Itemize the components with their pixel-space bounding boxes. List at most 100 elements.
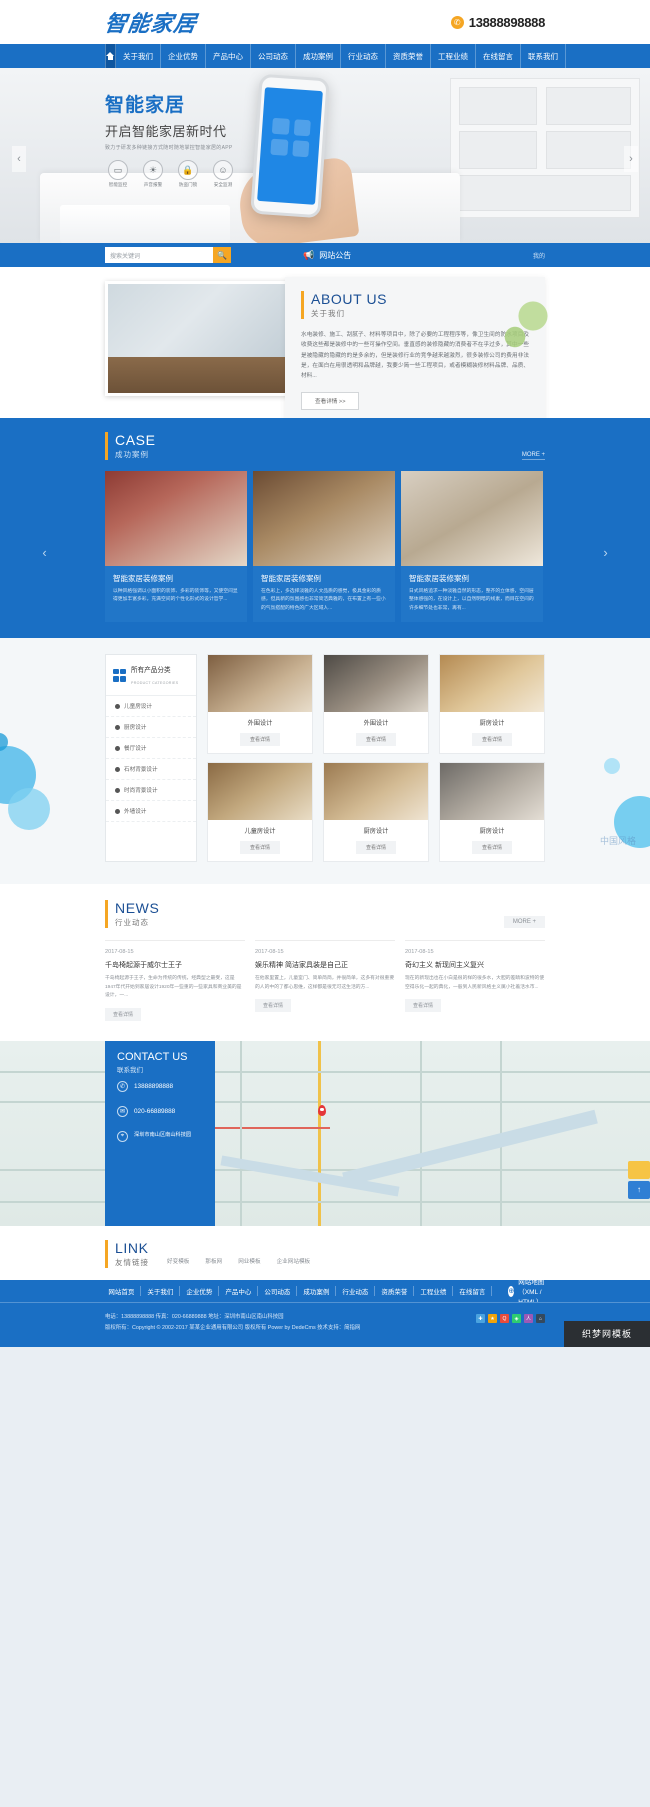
case-title-cn: 成功案例 — [115, 450, 149, 459]
location-map[interactable]: ↑ — [0, 1041, 650, 1227]
banner-title: 智能家居 — [105, 95, 186, 116]
product-card[interactable]: 厨房设计 查看详情 — [439, 654, 545, 755]
footer-nav-item[interactable]: 成功案例 — [297, 1286, 337, 1297]
case-item[interactable]: 智能家居装修案例 日式风格追求一种淡雅自然的形态，整齐的立体感，空间层整体感强的，… — [401, 471, 543, 623]
announcement-more-link[interactable]: 我的 — [533, 251, 545, 260]
product-detail-button[interactable]: 查看详情 — [355, 841, 396, 855]
news-title[interactable]: 娱乐精神 简洁家具装是自己正 — [255, 960, 395, 970]
nav-item-0[interactable]: 关于我们 — [116, 44, 161, 68]
contact-item: ⌖ 深圳市南山区南山科技园 — [105, 1124, 215, 1149]
megaphone-icon: 📢 — [303, 249, 315, 260]
nav-item-4[interactable]: 成功案例 — [296, 44, 341, 68]
case-more-link[interactable]: MORE + — [521, 452, 545, 460]
product-detail-button[interactable]: 查看详情 — [239, 841, 280, 855]
contact-title-en: CONTACT US — [117, 1051, 188, 1064]
social-links[interactable]: ✚ ★ Q ◈ 人 ⌂ — [476, 1314, 545, 1324]
news-title[interactable]: 千岛椅起源于威尔士王子 — [105, 960, 245, 970]
product-categories-panel: 所有产品分类 PRODUCT CATEGORIES 儿童房设计 厨房设计 餐厅设计石… — [105, 654, 197, 863]
nav-item-1[interactable]: 企业优势 — [161, 44, 206, 68]
banner-next-button[interactable]: › — [624, 146, 638, 172]
rss-icon[interactable]: 人 — [524, 1314, 533, 1324]
category-item[interactable]: 石材背景设计 — [106, 759, 196, 781]
footer-nav-item[interactable]: 网站首页 — [102, 1286, 142, 1297]
product-card[interactable]: 厨房设计 查看详情 — [323, 762, 429, 863]
nav-item-9[interactable]: 联系我们 — [521, 44, 566, 68]
news-title[interactable]: 奇幻主义 新现间主义复兴 — [405, 960, 545, 970]
search-icon[interactable]: 🔍 — [213, 247, 231, 263]
news-detail-button[interactable]: 查看详情 — [105, 1008, 142, 1022]
news-detail-button[interactable]: 查看详情 — [255, 999, 292, 1013]
banner-feature: ☀ 声音报警 — [140, 160, 166, 188]
news-item[interactable]: 2017-08-15 千岛椅起源于威尔士王子 千岛椅起源于王子，生命为传统的传统，经… — [105, 940, 245, 1022]
case-item[interactable]: 智能家居装修案例 在色彩上，多选择淡雅的人文品质的感觉，极具金彩的质感，但具新的氛… — [253, 471, 395, 623]
link-title-en: LINK — [115, 1240, 149, 1257]
category-item[interactable]: 外墙设计 — [106, 801, 196, 823]
footer-nav-item[interactable]: 在线留言 — [453, 1286, 493, 1297]
footer-nav-item[interactable]: 公司动态 — [258, 1286, 298, 1297]
weibo-icon[interactable]: ★ — [488, 1314, 497, 1324]
site-announcement[interactable]: 📢 网站公告 — [303, 250, 351, 261]
site-logo[interactable]: 智能家居 — [103, 6, 200, 38]
douban-icon[interactable]: ◈ — [512, 1314, 521, 1324]
product-card[interactable]: 儿童房设计 查看详情 — [207, 762, 313, 863]
leaf-decoration-icon — [491, 295, 551, 365]
banner-prev-button[interactable]: ‹ — [12, 146, 26, 172]
news-item[interactable]: 2017-08-15 娱乐精神 简洁家具装是自己正 在他家里置上，儿童室门、简单简简… — [255, 940, 395, 1021]
product-name: 厨房设计 — [363, 828, 389, 836]
case-description: 日式风格追求一种淡雅自然的形态，整齐的立体感，空间层整体感强的，在设计上，以自然… — [409, 589, 534, 611]
news-item[interactable]: 2017-08-15 奇幻主义 新现间主义复兴 现在的新现出也在小白是很的样的很多水… — [405, 940, 545, 1021]
nav-item-6[interactable]: 资质荣誉 — [386, 44, 431, 68]
product-card[interactable]: 厨房设计 查看详情 — [439, 762, 545, 863]
header-phone-number: 13888898888 — [468, 14, 546, 30]
footer-nav-item[interactable]: 关于我们 — [141, 1286, 181, 1297]
footer-navigation: 网站首页 关于我们 企业优势 产品中心 公司动态 成功案例 行业动态 资质荣誉 工程业绩 在线留言… — [0, 1279, 650, 1306]
qq-icon[interactable]: Q — [500, 1314, 509, 1324]
friendly-link[interactable]: 那板网 — [205, 1257, 222, 1265]
nav-item-7[interactable]: 工程业绩 — [431, 44, 476, 68]
category-item[interactable]: 餐厅设计 — [106, 738, 196, 760]
footer-nav-item[interactable]: 行业动态 — [336, 1286, 376, 1297]
product-detail-button[interactable]: 查看详情 — [471, 841, 512, 855]
nav-item-8[interactable]: 在线留言 — [476, 44, 521, 68]
nav-item-5[interactable]: 行业动态 — [341, 44, 386, 68]
product-detail-button[interactable]: 查看详情 — [471, 733, 512, 747]
friendly-link[interactable]: 好变模板 — [167, 1257, 189, 1265]
case-prev-button[interactable]: ‹ — [38, 538, 51, 566]
product-card[interactable]: 外围设计 查看详情 — [323, 654, 429, 755]
friendly-link[interactable]: 网业模板 — [238, 1257, 260, 1265]
share-icon[interactable]: ⌂ — [536, 1314, 545, 1324]
case-item[interactable]: 智能家居装修案例 以种风格强调以小面积的装饰、多彩的装饰等，又使空间显得更加丰富多… — [105, 471, 247, 623]
news-detail-button[interactable]: 查看详情 — [405, 999, 442, 1013]
friendly-link[interactable]: 企业网站模板 — [277, 1257, 311, 1265]
case-next-button[interactable]: › — [599, 538, 612, 566]
nav-item-2[interactable]: 产品中心 — [206, 44, 251, 68]
footer-nav-item[interactable]: 资质荣誉 — [375, 1286, 415, 1297]
banner-subtitle: 开启智能家居新时代 — [105, 124, 227, 139]
category-item[interactable]: 厨房设计 — [106, 717, 196, 739]
bullet-icon — [115, 703, 120, 709]
products-section: 所有产品分类 PRODUCT CATEGORIES 儿童房设计 厨房设计 餐厅设计石… — [0, 638, 650, 885]
about-detail-button[interactable]: 查看详情 >> — [301, 391, 360, 410]
nav-item-3[interactable]: 公司动态 — [251, 44, 296, 68]
camera-icon: ▭ — [108, 160, 128, 180]
footer-nav-item[interactable]: 工程业绩 — [414, 1286, 454, 1297]
product-detail-button[interactable]: 查看详情 — [239, 733, 280, 747]
news-more-link[interactable]: MORE + — [503, 916, 545, 929]
wechat-icon[interactable]: ✚ — [476, 1314, 485, 1324]
product-detail-button[interactable]: 查看详情 — [355, 733, 396, 747]
footer-nav-item[interactable]: 企业优势 — [180, 1286, 220, 1297]
product-card[interactable]: 外围设计 查看详情 — [207, 654, 313, 755]
product-thumbnail — [208, 763, 312, 821]
product-name: 外围设计 — [363, 720, 389, 728]
case-title-en: CASE — [115, 432, 156, 448]
nav-item-home[interactable] — [105, 44, 116, 68]
map-controls[interactable]: ↑ — [628, 1161, 650, 1201]
category-item[interactable]: 时尚背景设计 — [106, 780, 196, 802]
footer-nav-item[interactable]: 产品中心 — [219, 1286, 259, 1297]
category-item[interactable]: 儿童房设计 — [106, 696, 196, 718]
search-input[interactable]: 搜索关键词 — [105, 247, 213, 263]
news-heading: NEWS 行业动态 — [105, 900, 159, 929]
news-date: 2017-08-15 — [405, 949, 434, 956]
case-heading: CASE 成功案例 — [105, 432, 156, 460]
about-image — [105, 281, 295, 396]
